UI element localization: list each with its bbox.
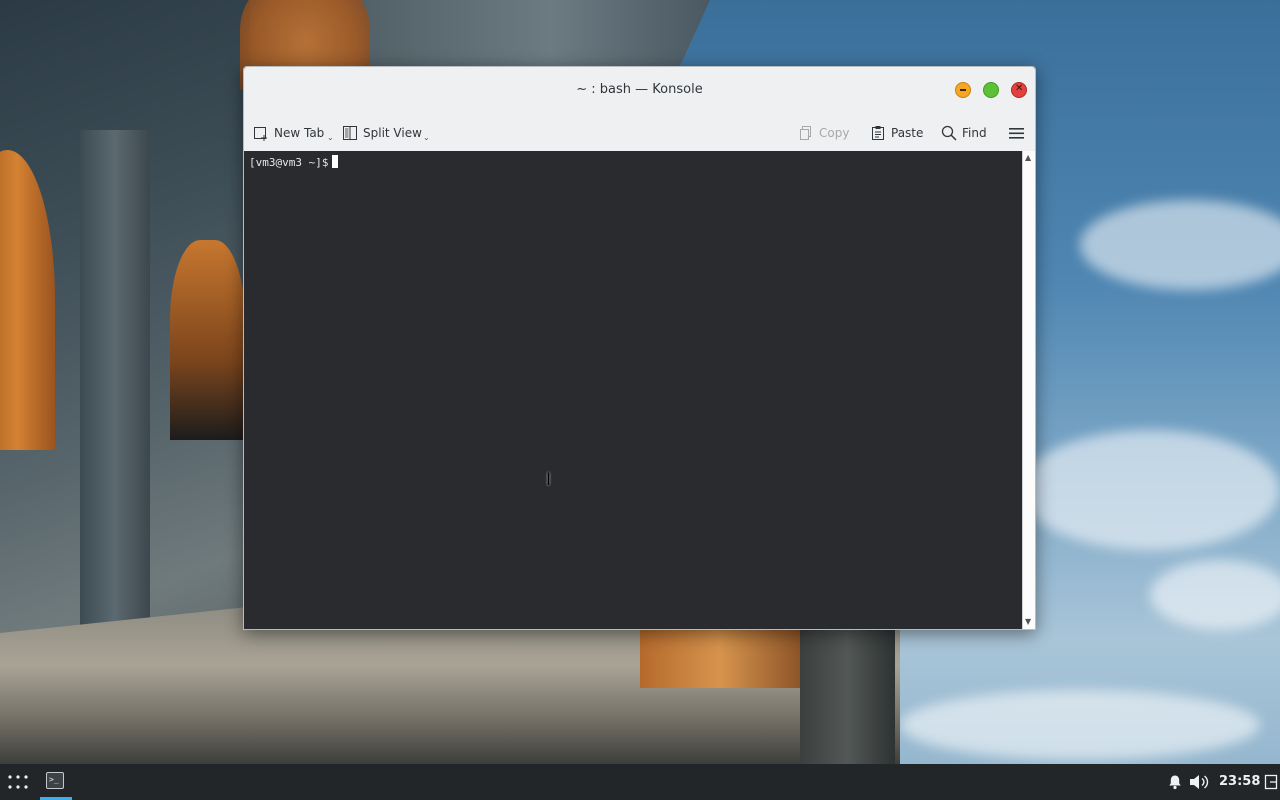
paste-button[interactable]: Paste	[870, 124, 923, 142]
wallpaper-stone	[640, 628, 800, 688]
app-launcher-icon[interactable]	[6, 770, 30, 794]
minimize-button[interactable]	[955, 82, 971, 98]
hamburger-menu-button[interactable]	[1008, 124, 1024, 142]
copy-icon	[800, 126, 811, 140]
window-title: ~ : bash — Konsole	[576, 82, 703, 97]
wallpaper-arch	[170, 240, 245, 440]
text-cursor	[332, 155, 339, 168]
maximize-button[interactable]	[983, 82, 999, 98]
new-tab-label: New Tab	[274, 126, 325, 140]
find-button[interactable]: Find	[941, 124, 987, 142]
split-view-icon	[343, 126, 357, 140]
split-view-dropdown-icon[interactable]: ⌄	[423, 133, 430, 142]
split-view-label: Split View	[363, 126, 422, 140]
volume-icon[interactable]	[1189, 773, 1209, 791]
terminal-prompt-line: [vm3@vm3 ~]$	[249, 155, 339, 169]
wallpaper-cloud	[1020, 430, 1280, 550]
notifications-icon[interactable]	[1167, 774, 1183, 790]
new-tab-dropdown-icon[interactable]: ⌄	[327, 133, 334, 142]
paste-label: Paste	[891, 126, 924, 140]
find-icon	[941, 125, 957, 141]
new-tab-button[interactable]: New Tab	[253, 124, 324, 142]
copy-button[interactable]: Copy	[798, 124, 849, 142]
wallpaper-cloud	[1080, 200, 1280, 290]
terminal-prompt: [vm3@vm3 ~]$	[249, 156, 329, 169]
scroll-down-icon[interactable]: ▼	[1025, 617, 1031, 626]
wallpaper-cloud	[1150, 560, 1280, 630]
scroll-up-icon[interactable]: ▲	[1025, 153, 1031, 162]
ibeam-mouse-cursor-icon: I	[546, 470, 552, 490]
clock[interactable]: 23:58	[1219, 774, 1260, 789]
taskbar: >_ 23:58	[0, 764, 1280, 800]
split-view-button[interactable]: Split View	[342, 124, 422, 142]
konsole-window: ~ : bash — Konsole New Tab ⌄	[243, 66, 1036, 630]
new-tab-icon	[254, 127, 267, 141]
terminal-scrollbar[interactable]: ▲ ▼	[1022, 151, 1035, 629]
konsole-icon: >_	[46, 772, 64, 789]
find-label: Find	[962, 126, 987, 140]
copy-label: Copy	[819, 126, 850, 140]
taskbar-konsole-task[interactable]: >_	[38, 764, 74, 800]
title-bar[interactable]: ~ : bash — Konsole	[244, 67, 1035, 115]
wallpaper-stone	[800, 628, 895, 765]
wallpaper-pillar	[80, 130, 150, 690]
paste-icon	[872, 126, 884, 140]
hamburger-menu-icon	[1009, 128, 1024, 139]
terminal-area[interactable]: [vm3@vm3 ~]$	[244, 151, 1022, 629]
close-button[interactable]	[1011, 82, 1027, 98]
desktop: ~ : bash — Konsole New Tab ⌄	[0, 0, 1280, 800]
show-desktop-icon[interactable]	[1264, 774, 1278, 790]
wallpaper-cloud	[900, 690, 1260, 760]
toolbar: New Tab ⌄ Split View ⌄ Copy Paste Find	[244, 114, 1035, 152]
